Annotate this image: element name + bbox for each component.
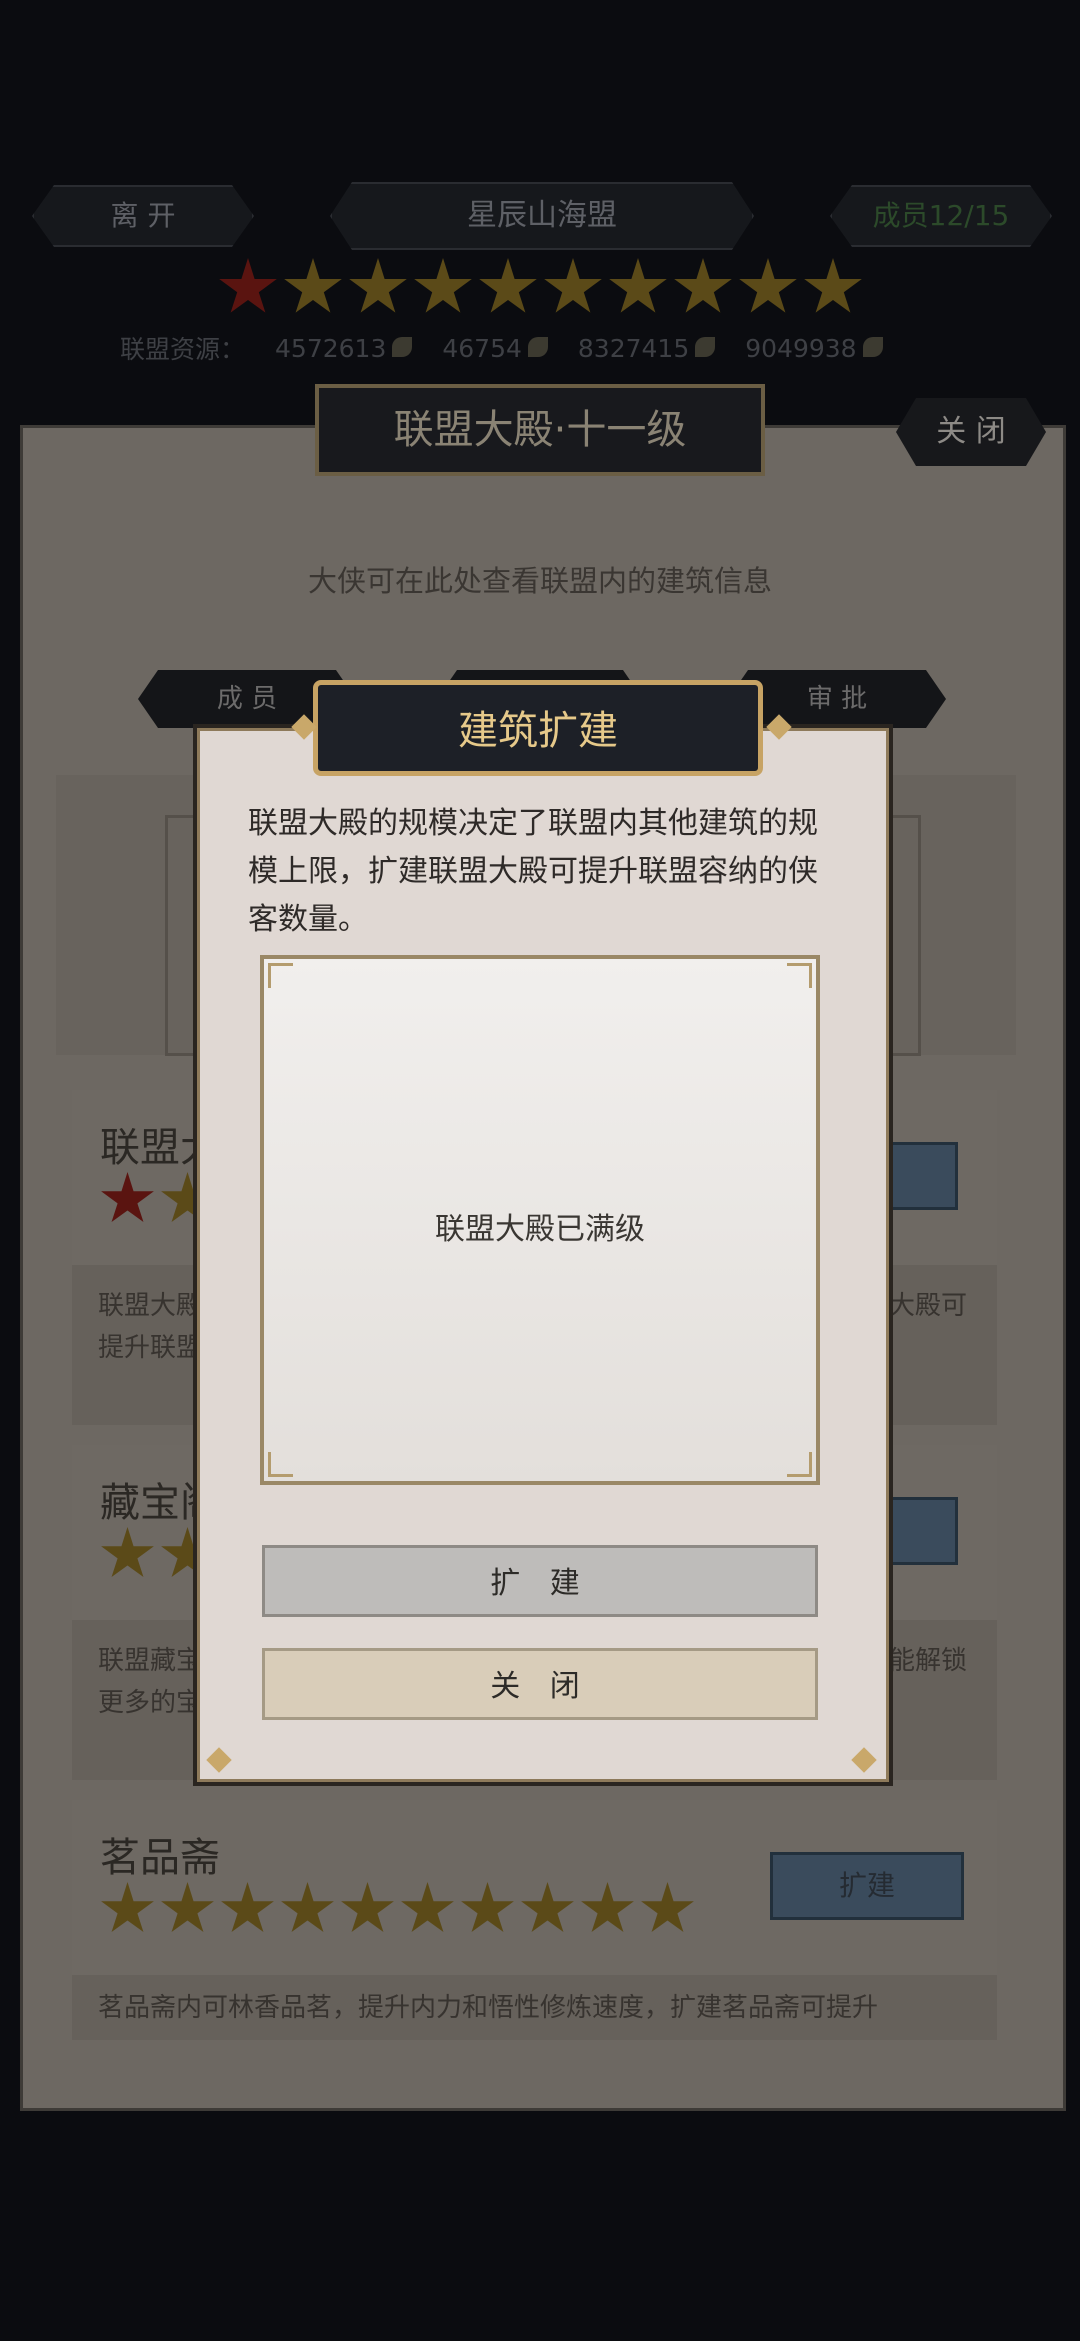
resources-label: 联盟资源： [120, 335, 246, 364]
dialog-title: 建筑扩建 [313, 680, 763, 776]
building-stars [100, 1882, 695, 1937]
building-card: 茗品斋 扩建 [72, 1800, 997, 1975]
star-icon [461, 1882, 514, 1933]
star-icon [581, 1882, 634, 1933]
alliance-resources: 联盟资源： 4572613 46754 8327415 9049938 [120, 330, 883, 366]
feather-icon [695, 336, 716, 357]
resource-value: 8327415 [578, 334, 716, 363]
star-icon [349, 258, 407, 313]
star-icon [219, 258, 277, 313]
scroll-icon [862, 336, 883, 357]
dialog-expand-button[interactable]: 扩 建 [262, 1545, 818, 1617]
resource-value: 4572613 [275, 334, 413, 363]
expand-button[interactable]: 扩建 [770, 1852, 964, 1920]
dialog-close-button[interactable]: 关 闭 [262, 1648, 818, 1720]
star-icon [161, 1882, 214, 1933]
star-icon [341, 1882, 394, 1933]
corner-ornament-icon [206, 1747, 232, 1773]
resource-value: 9049938 [745, 334, 883, 363]
dialog-description: 联盟大殿的规模决定了联盟内其他建筑的规模上限，扩建联盟大殿可提升联盟容纳的侠客数… [248, 806, 818, 937]
star-icon [101, 1527, 154, 1578]
maxed-status-text: 联盟大殿已满级 [435, 1212, 645, 1247]
star-icon [414, 258, 472, 313]
panel-info-text: 大侠可在此处查看联盟内的建筑信息 [307, 564, 772, 598]
frame-corner-icon [268, 1452, 293, 1477]
star-icon [221, 1882, 274, 1933]
star-icon [609, 258, 667, 313]
star-icon [284, 258, 342, 313]
star-icon [739, 258, 797, 313]
building-name: 茗品斋 [100, 1835, 220, 1881]
desc-line: 茗品斋内可林香品茗，提升内力和悟性修炼速度，扩建茗品斋可提升 [98, 1993, 879, 2023]
frame-corner-icon [787, 963, 812, 988]
star-icon [521, 1882, 574, 1933]
desc-line: 能解锁 [888, 1646, 967, 1676]
star-icon [281, 1882, 334, 1933]
panel-close-button[interactable]: 关 闭 [896, 398, 1046, 466]
panel-title: 联盟大殿·十一级 [315, 384, 765, 476]
alliance-level-stars [218, 258, 863, 320]
star-icon [101, 1172, 154, 1223]
corner-ornament-icon [851, 1747, 877, 1773]
star-icon [401, 1882, 454, 1933]
frame-corner-icon [268, 963, 293, 988]
leaf-icon [527, 336, 548, 357]
star-icon [674, 258, 732, 313]
star-icon [479, 258, 537, 313]
star-icon [101, 1882, 154, 1933]
leaf-icon [392, 336, 413, 357]
star-icon [804, 258, 862, 313]
frame-corner-icon [787, 1452, 812, 1477]
status-frame: 联盟大殿已满级 [260, 955, 820, 1485]
resource-value: 46754 [442, 334, 548, 363]
alliance-name: 星辰山海盟 [330, 182, 754, 250]
desc-line: 大殿可 [888, 1291, 967, 1321]
star-icon [544, 258, 602, 313]
members-count[interactable]: 成员12/15 [830, 185, 1052, 247]
star-icon [641, 1882, 694, 1933]
building-description: 茗品斋内可林香品茗，提升内力和悟性修炼速度，扩建茗品斋可提升 [72, 1975, 997, 2040]
leave-button[interactable]: 离 开 [32, 185, 254, 247]
